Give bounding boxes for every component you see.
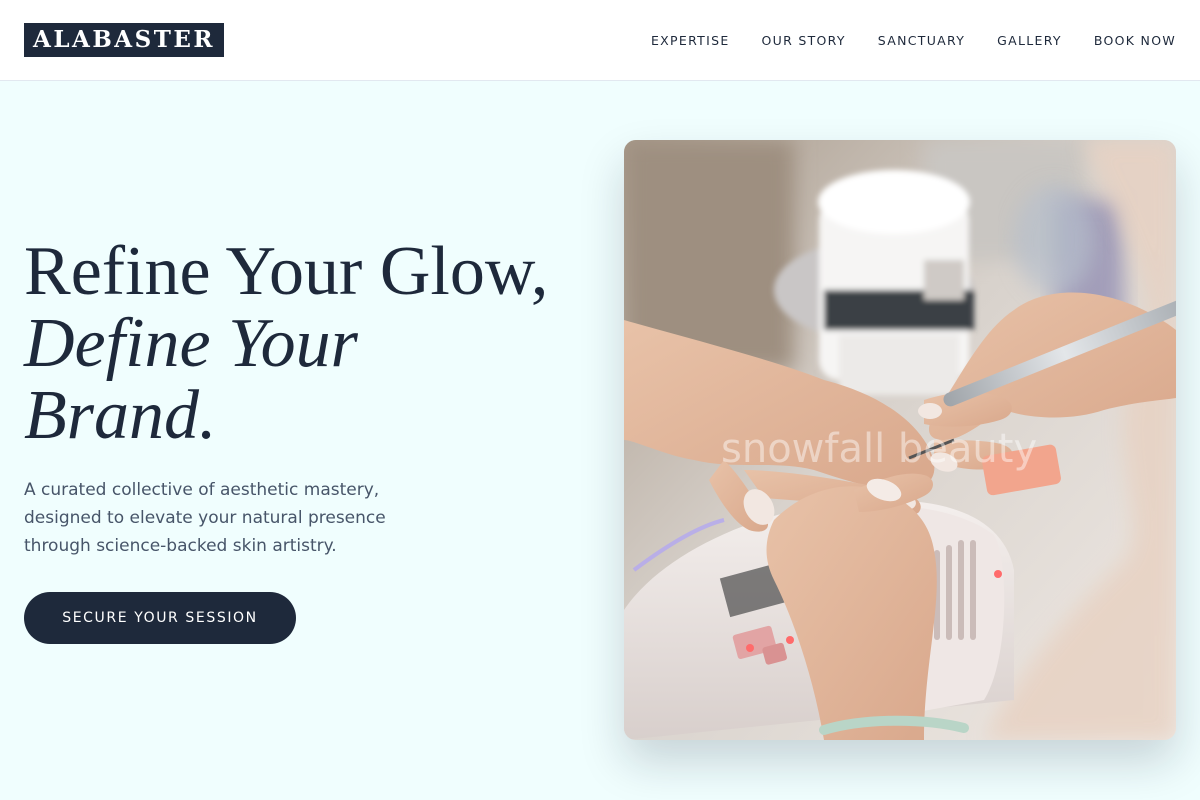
nav-item-sanctuary[interactable]: SANCTUARY <box>878 33 965 48</box>
nav-item-gallery[interactable]: GALLERY <box>997 33 1062 48</box>
hero-title-line-3: Brand. <box>24 377 217 454</box>
hero-title: Refine Your Glow, Define Your Brand. <box>24 236 604 452</box>
main-nav: EXPERTISE OUR STORY SANCTUARY GALLERY BO… <box>651 0 1176 80</box>
site-header: ALABASTER EXPERTISE OUR STORY SANCTUARY … <box>0 0 1200 81</box>
nav-item-our-story[interactable]: OUR STORY <box>762 33 846 48</box>
hero-title-line-2: Define Your <box>24 305 358 382</box>
manicure-photo: snowfall beauty <box>624 140 1176 740</box>
photo-watermark: snowfall beauty <box>721 426 1037 472</box>
hero-title-line-1: Refine Your Glow, <box>24 233 549 310</box>
nav-item-expertise[interactable]: EXPERTISE <box>651 33 730 48</box>
hero-description: A curated collective of aesthetic master… <box>24 480 386 556</box>
brand-logo[interactable]: ALABASTER <box>24 23 224 57</box>
secure-session-button[interactable]: SECURE YOUR SESSION <box>24 592 296 644</box>
nav-item-book-now[interactable]: BOOK NOW <box>1094 33 1176 48</box>
hero-image: snowfall beauty <box>624 140 1176 740</box>
